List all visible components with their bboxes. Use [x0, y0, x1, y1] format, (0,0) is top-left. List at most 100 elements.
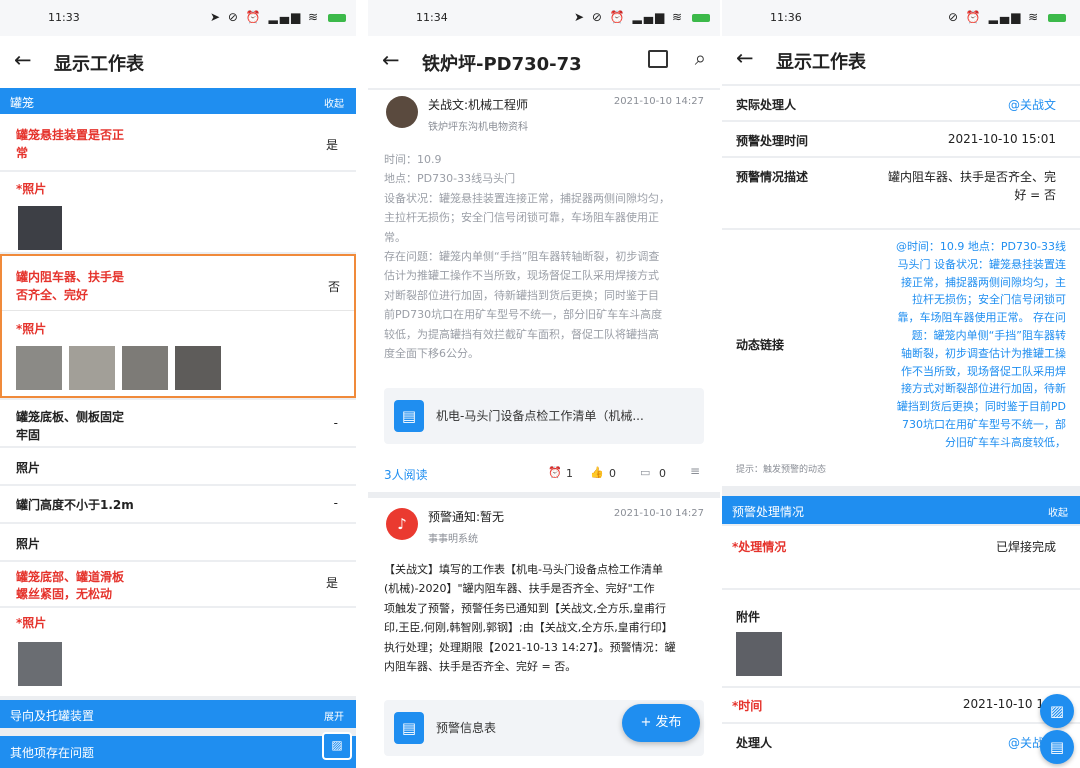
reminder-count: 1 — [566, 467, 573, 480]
sheet-icon[interactable] — [648, 50, 668, 68]
read-count-link[interactable]: 3人阅读 — [384, 466, 428, 483]
bell-icon: ♪ — [386, 508, 418, 540]
battery-icon — [327, 13, 346, 22]
more-icon[interactable]: ≡ — [690, 464, 700, 478]
check-item-3[interactable]: 罐笼底板、侧板固定 牢固 - — [0, 400, 356, 446]
field-label: 实际处理人 — [736, 98, 797, 112]
post-date: 2021-10-10 14:27 — [613, 96, 704, 107]
field-label: *时间 — [732, 699, 763, 713]
photo-field-1: *照片 — [0, 172, 356, 252]
photo-thumbnail[interactable] — [175, 346, 221, 390]
attachment-thumbnail[interactable] — [736, 632, 782, 676]
field-warning-time: 预警处理时间 2021-10-10 15:01 — [722, 122, 1080, 156]
section-header-other[interactable]: 其他项存在问题 — [0, 736, 356, 768]
page-title: 铁炉坪-PD730-73 — [422, 54, 582, 75]
section-header-warning[interactable]: 预警处理情况 收起 — [722, 496, 1080, 524]
collapse-button[interactable]: 收起 — [1048, 504, 1068, 519]
link-line: 接方式对断裂部位进行加固，待新 — [901, 382, 1066, 396]
document-list-icon[interactable]: ▤ — [1040, 730, 1074, 764]
status-time: 11:36 — [770, 11, 802, 24]
photo-thumbnail[interactable] — [18, 206, 62, 250]
item-label-line1: 罐笼底板、侧板固定 — [16, 410, 125, 424]
image-icon[interactable]: ▨ — [1040, 694, 1074, 728]
publish-button[interactable]: + 发布 — [622, 704, 700, 742]
comment-icon[interactable]: ▭ — [640, 466, 650, 479]
title-bar: ← 铁炉坪-PD730-73 ⌕ — [368, 36, 720, 88]
item-label-line1: 罐笼底部、罐道滑板 — [16, 570, 125, 584]
battery-icon — [691, 13, 710, 22]
section-header-cage[interactable]: 罐笼 收起 — [0, 88, 356, 114]
item-value: - — [333, 416, 338, 430]
back-arrow-icon[interactable]: ← — [14, 48, 32, 72]
item-label-line1: 罐笼悬挂装置是否正 — [16, 128, 125, 142]
back-arrow-icon[interactable]: ← — [736, 46, 754, 70]
check-item-5[interactable]: 罐笼底部、罐道滑板 螺丝紧固，无松动 是 — [0, 562, 356, 606]
photo-thumbnail[interactable] — [122, 346, 168, 390]
post-body-line: 估计为推罐工操作不当所致，现场督促工队采用焊接方式 — [384, 269, 659, 283]
status-icons: ➤ ⊘ ⏰ ▂▄▆ ≋ — [574, 10, 710, 24]
section-header-guide[interactable]: 导向及托罐装置 展开 — [0, 700, 356, 728]
post-org: 铁炉坪东沟机电物资科 — [428, 122, 528, 133]
post-date: 2021-10-10 14:27 — [613, 508, 704, 519]
photo-thumbnail[interactable] — [69, 346, 115, 390]
check-item-4[interactable]: 罐门高度不小于1.2m - — [0, 486, 356, 522]
field-label: 动态链接 — [736, 338, 785, 352]
photo-thumbnail[interactable] — [16, 346, 62, 390]
search-icon[interactable]: ⌕ — [695, 46, 706, 70]
avatar[interactable] — [386, 96, 418, 128]
photo-label: *照片 — [16, 616, 47, 630]
document-icon: ▤ — [394, 712, 424, 744]
field-actual-handler: 实际处理人 @关战文 — [722, 86, 1080, 120]
link-line: 拉杆无损伤；安全门信号闭锁可 — [912, 293, 1066, 307]
photo-thumbnail[interactable] — [18, 642, 62, 686]
screen-worksheet-2: 11:36 ⊘ ⏰ ▂▄▆ ≋ ← 显示工作表 实际处理人 @关战文 预警处理时… — [722, 0, 1080, 768]
title-bar: ← 显示工作表 — [722, 36, 1080, 84]
image-icon[interactable]: ▨ — [322, 732, 352, 760]
collapse-button[interactable]: 收起 — [324, 95, 344, 110]
reminder-icon[interactable]: ⏰ — [548, 466, 562, 479]
post-body-line: 度全面下移6公分。 — [384, 347, 479, 361]
section-label: 罐笼 — [10, 96, 35, 110]
field-warning-description: 预警情况描述 罐内阻车器、扶手是否齐全、完 好 = 否 — [722, 158, 1080, 228]
status-icons: ➤ ⊘ ⏰ ▂▄▆ ≋ — [210, 10, 346, 24]
post-author: 预警通知:暂无 — [428, 510, 505, 524]
attachment-card[interactable]: ▤ 机电-马头门设备点检工作清单（机械... — [384, 388, 704, 444]
attachment-title: 预警信息表 — [436, 721, 497, 735]
link-line: 马头门 设备状况：罐笼悬挂装置连 — [897, 257, 1067, 271]
post-body-line: 地点：PD730-33线马头门 — [384, 172, 516, 186]
field-dynamic-link: 动态链接 @时间：10.9 地点：PD730-33线 马头门 设备状况：罐笼悬挂… — [722, 230, 1080, 486]
like-icon[interactable]: 👍 — [590, 466, 604, 479]
value-line: 罐内阻车器、扶手是否齐全、完 — [887, 170, 1056, 184]
photo-label: 照片 — [16, 537, 41, 551]
photo-field-4: 照片 — [0, 524, 356, 560]
status-icons: ⊘ ⏰ ▂▄▆ ≋ — [948, 10, 1066, 24]
item-label-line2: 牢固 — [16, 428, 41, 442]
status-time: 11:34 — [416, 11, 448, 24]
post-card: 关战文:机械工程师 铁炉坪东沟机电物资科 2021-10-10 14:27 时间… — [368, 90, 720, 492]
post-org: 事事明系统 — [428, 534, 478, 545]
check-item-1[interactable]: 罐笼悬挂装置是否正 常 是 — [0, 114, 356, 170]
field-label: 附件 — [736, 610, 761, 624]
document-icon: ▤ — [394, 400, 424, 432]
item-label-line2: 否齐全、完好 — [16, 288, 89, 302]
post-body-line: 【关战文】填写的工作表【机电-马头门设备点检工作清单 — [384, 563, 663, 576]
check-item-2-highlighted[interactable]: 罐内阻车器、扶手是 否齐全、完好 否 *照片 — [0, 254, 356, 398]
field-value[interactable]: @关战文 — [1008, 96, 1056, 113]
field-value[interactable]: @关战 — [1008, 734, 1044, 751]
photo-field-5: *照片 — [0, 608, 356, 696]
link-line: 730坑口在用矿车型号不统一，部 — [902, 417, 1066, 431]
comment-count: 0 — [659, 467, 666, 480]
post-body-line: (机械)-2020】"罐内阻车器、扶手是否齐全、完好"工作 — [384, 582, 655, 596]
section-label: 预警处理情况 — [732, 505, 805, 519]
field-value: 已焊接完成 — [995, 540, 1056, 554]
back-arrow-icon[interactable]: ← — [382, 48, 400, 72]
dynamic-link-text[interactable]: @时间：10.9 地点：PD730-33线 马头门 设备状况：罐笼悬挂装置连 接… — [852, 238, 1066, 452]
post-body-line: 前PD730坑口在用矿车型号不统一，部分旧矿车车斗高度 — [384, 308, 663, 322]
link-line: 接正常，捕捉器两侧间隙均匀，主 — [901, 275, 1066, 289]
status-bar: 11:34 ➤ ⊘ ⏰ ▂▄▆ ≋ — [368, 0, 720, 36]
expand-button[interactable]: 展开 — [324, 708, 344, 723]
post-body-line: 时间：10.9 — [384, 153, 442, 166]
link-line: 靠，车场阻车器使用正常。 存在问 — [897, 311, 1067, 325]
field-label: *处理情况 — [732, 540, 787, 554]
post-body-line: 主拉杆无损伤；安全门信号闭锁可靠，车场阻车器使用正 — [384, 211, 659, 225]
